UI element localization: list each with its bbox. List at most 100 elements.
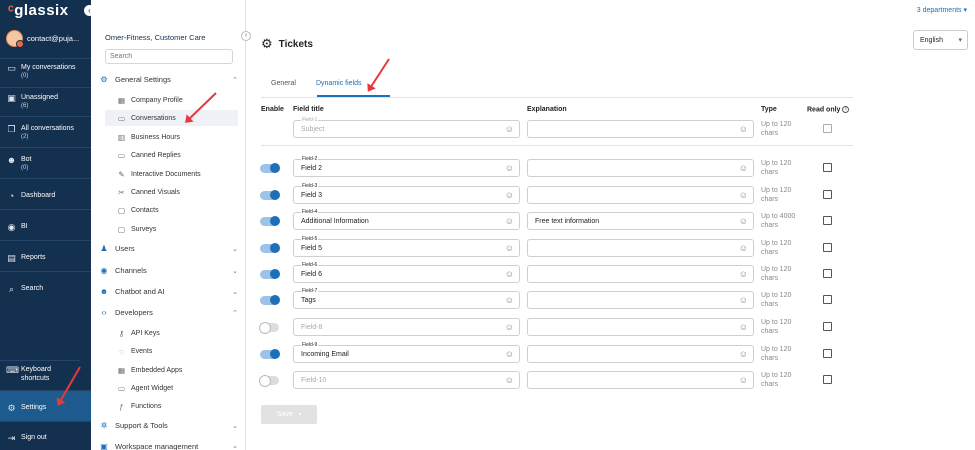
emoji-icon[interactable]: ☺ [739, 243, 748, 253]
departments-dropdown[interactable]: 3 departments ▾ [917, 6, 967, 14]
field-title-input[interactable]: Field-5 Field 5 ☺ [293, 236, 520, 257]
emoji-icon[interactable]: ☺ [739, 375, 748, 385]
explanation-input[interactable]: ☺ [527, 265, 754, 283]
enable-toggle[interactable] [260, 163, 280, 173]
table-row: Field-10 ☺ ☺ Up to 120 chars [246, 371, 975, 393]
save-button[interactable]: Save ▪ [261, 405, 317, 424]
nav-my-conversations[interactable]: ▭ My conversations (0) [0, 58, 91, 87]
field-title-input[interactable]: Field-10 ☺ [293, 371, 520, 389]
group-users[interactable]: ♟ Users ⌄ [99, 244, 238, 253]
group-developers[interactable]: ‹› Developers ⌃ [99, 308, 238, 317]
language-select[interactable]: English ▾ [913, 30, 968, 50]
emoji-icon[interactable]: ☺ [505, 243, 514, 253]
emoji-icon[interactable]: ☺ [505, 216, 514, 226]
settings-search-input[interactable] [105, 49, 233, 64]
sidebar-item-events[interactable]: ◌ Events [117, 343, 238, 359]
explanation-input[interactable]: Free text information ☺ [527, 212, 754, 230]
sidebar-item-functions[interactable]: ƒ Functions [117, 398, 238, 414]
read-only-checkbox[interactable] [823, 295, 832, 304]
info-icon[interactable]: i [842, 106, 850, 113]
field-title-input[interactable]: Field-8 ☺ [293, 318, 520, 336]
enable-toggle[interactable] [260, 216, 280, 226]
nav-bot[interactable]: ☻ Bot (0) [0, 147, 91, 178]
field-title-input[interactable]: Field-6 Field 6 ☺ [293, 262, 520, 283]
tab-general[interactable]: General [271, 80, 296, 87]
nav-settings[interactable]: ⚙ Settings [0, 390, 91, 421]
emoji-icon[interactable]: ☺ [739, 349, 748, 359]
emoji-icon[interactable]: ☺ [739, 295, 748, 305]
explanation-input[interactable]: ☺ [527, 291, 754, 309]
sidebar-item-canned-replies[interactable]: ▭ Canned Replies [117, 147, 238, 163]
read-only-checkbox[interactable] [823, 216, 832, 225]
chevron-down-icon: ▾ [958, 37, 962, 44]
group-channels[interactable]: ◉ Channels ⌄ [99, 266, 239, 275]
enable-toggle[interactable] [260, 243, 280, 253]
field-title-input[interactable]: Field-9 Incoming Email ☺ [293, 342, 520, 363]
emoji-icon[interactable]: ☺ [739, 124, 748, 134]
explanation-input[interactable]: ☺ [527, 318, 754, 336]
emoji-icon[interactable]: ☺ [505, 163, 514, 173]
sidebar-item-conversations[interactable]: ▭ Conversations [105, 110, 238, 126]
field-title-input[interactable]: Field-2 Field 2 ☺ [293, 156, 520, 177]
sidebar-item-contacts[interactable]: ▢ Contacts [117, 202, 238, 218]
emoji-icon[interactable]: ☺ [505, 269, 514, 279]
nav-bi[interactable]: ◉ BI [0, 209, 91, 240]
nav-all-conversations[interactable]: ❐ All conversations (2) [0, 116, 91, 147]
emoji-icon[interactable]: ☺ [505, 295, 514, 305]
emoji-icon[interactable]: ☺ [505, 190, 514, 200]
emoji-icon[interactable]: ☺ [739, 216, 748, 226]
sidebar-item-surveys[interactable]: ▢ Surveys [117, 221, 238, 237]
explanation-value: Free text information [535, 218, 600, 225]
enable-toggle[interactable] [260, 269, 280, 279]
emoji-icon[interactable]: ☺ [505, 322, 514, 332]
nav-sign-out[interactable]: ⇥ Sign out [0, 421, 91, 450]
explanation-input[interactable]: ☺ [527, 345, 754, 363]
explanation-input[interactable]: ☺ [527, 186, 754, 204]
read-only-checkbox[interactable] [823, 269, 832, 278]
tab-dynamic-fields[interactable]: Dynamic fields [316, 80, 362, 87]
field-title-input[interactable]: Field-7 Tags ☺ [293, 288, 520, 309]
explanation-input[interactable]: ☺ [527, 239, 754, 257]
read-only-checkbox[interactable] [823, 349, 832, 358]
explanation-input[interactable]: ☺ [527, 159, 754, 177]
field-title-input[interactable]: Field-3 Field 3 ☺ [293, 183, 520, 204]
type-value: Up to 120 chars [761, 121, 792, 137]
read-only-checkbox[interactable] [823, 163, 832, 172]
nav-dashboard[interactable]: ◔ Dashboard [0, 178, 91, 209]
field-title-input[interactable]: Field-4 Additional Information ☺ [293, 209, 520, 230]
enable-toggle[interactable] [260, 190, 280, 200]
read-only-checkbox[interactable] [823, 243, 832, 252]
emoji-icon[interactable]: ☺ [505, 375, 514, 385]
sidebar-item-business-hours[interactable]: ▥ Business Hours [117, 129, 238, 145]
user-profile[interactable]: contact@puja... [6, 30, 79, 48]
emoji-icon[interactable]: ☺ [739, 322, 748, 332]
enable-toggle[interactable] [259, 375, 279, 387]
sidebar-item-embedded-apps[interactable]: ▦ Embedded Apps [117, 362, 238, 378]
group-support-tools[interactable]: ✲ Support & Tools ⌄ [99, 421, 238, 430]
emoji-icon[interactable]: ☺ [505, 349, 514, 359]
nav-reports[interactable]: ▤ Reports [0, 240, 91, 271]
enable-toggle[interactable] [260, 349, 280, 359]
sidebar-item-company-profile[interactable]: ▦ Company Profile [117, 92, 238, 108]
emoji-icon[interactable]: ☺ [739, 190, 748, 200]
enable-toggle[interactable] [260, 295, 280, 305]
explanation-input[interactable]: ☺ [527, 371, 754, 389]
sidebar-item-canned-visuals[interactable]: ✂ Canned Visuals [117, 184, 238, 200]
field-title-input: Field-1 Subject ☺ [293, 117, 520, 138]
emoji-icon[interactable]: ☺ [739, 163, 748, 173]
sidebar-item-agent-widget[interactable]: ▭ Agent Widget [117, 380, 238, 396]
emoji-icon[interactable]: ☺ [739, 269, 748, 279]
group-chatbot-ai[interactable]: ☻ Chatbot and AI ⌄ [99, 287, 238, 296]
enable-toggle[interactable] [259, 322, 279, 334]
group-workspace-management[interactable]: ▣ Workspace management ⌄ [99, 442, 238, 450]
explanation-input[interactable]: ☺ [527, 120, 754, 138]
nav-search[interactable]: ⌕ Search [0, 271, 91, 303]
nav-unassigned[interactable]: ▣ Unassigned (6) [0, 87, 91, 116]
read-only-checkbox[interactable] [823, 322, 832, 331]
sidebar-item-api-keys[interactable]: ⚷ API Keys [117, 325, 238, 341]
sidebar-item-label: Events [131, 347, 153, 355]
sidebar-item-interactive-documents[interactable]: ✎ Interactive Documents [117, 166, 238, 182]
read-only-checkbox[interactable] [823, 190, 832, 199]
read-only-checkbox[interactable] [823, 375, 832, 384]
group-general-settings[interactable]: ⚙ General Settings ⌃ [99, 75, 238, 84]
